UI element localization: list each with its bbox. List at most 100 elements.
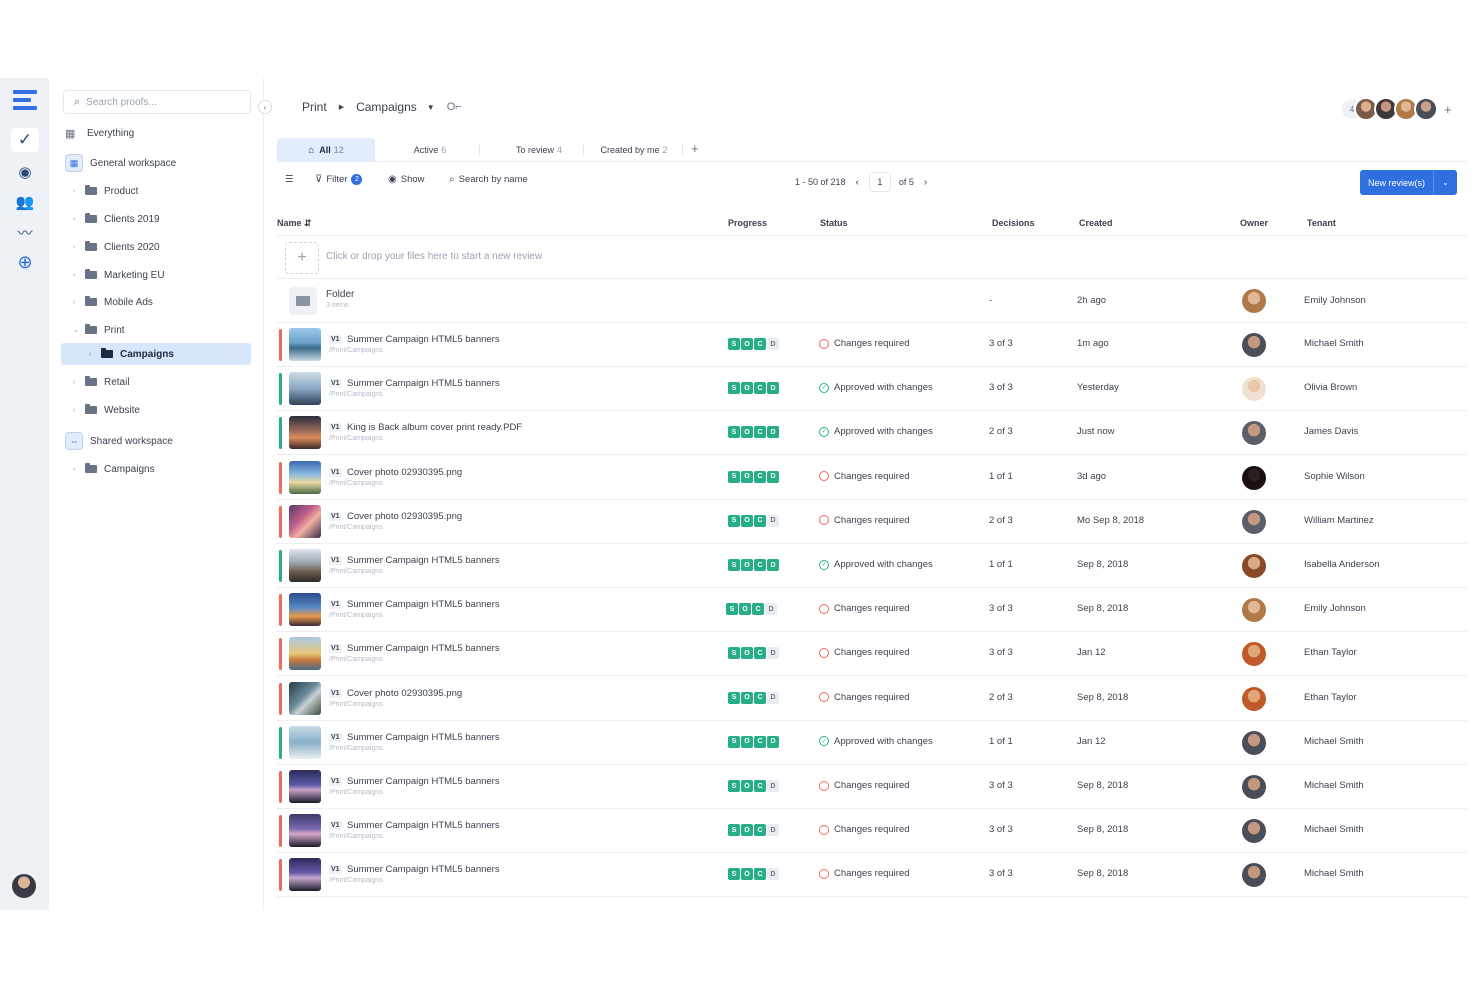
sidebar-folder-mobile-ads[interactable]: › Mobile Ads	[61, 291, 251, 313]
chevron-right-icon[interactable]: ›	[73, 272, 85, 279]
review-name[interactable]: Summer Campaign HTML5 banners	[347, 334, 500, 345]
table-row[interactable]: V1 Summer Campaign HTML5 banners /Print/…	[277, 588, 1467, 633]
logo-icon[interactable]	[10, 86, 40, 116]
table-row[interactable]: V1 Summer Campaign HTML5 banners /Print/…	[277, 809, 1467, 854]
chevron-left-icon[interactable]: ‹	[856, 177, 859, 188]
plus-icon[interactable]: +	[285, 242, 319, 274]
show-button[interactable]: ◉ Show	[388, 174, 425, 185]
table-row[interactable]: V1 King is Back album cover print ready.…	[277, 411, 1467, 456]
tab-active[interactable]: Active 6	[395, 138, 465, 162]
owner-avatar[interactable]	[1242, 686, 1266, 711]
sidebar-folder-clients-2020[interactable]: › Clients 2020	[61, 236, 251, 258]
caret-down-icon[interactable]: ▼	[427, 103, 435, 112]
chevron-down-icon[interactable]: ⌄	[1433, 170, 1458, 195]
review-name[interactable]: Summer Campaign HTML5 banners	[347, 555, 500, 566]
chevron-down-icon[interactable]: ⌄	[73, 326, 85, 334]
chevron-right-icon[interactable]: ›	[924, 177, 927, 188]
review-name[interactable]: Summer Campaign HTML5 banners	[347, 378, 500, 389]
user-avatar[interactable]	[12, 874, 36, 898]
table-row[interactable]: V1 Cover photo 02930395.png /Print/Campa…	[277, 456, 1467, 500]
sidebar-item-everything[interactable]: ▦ Everything	[61, 122, 251, 144]
owner-avatar[interactable]	[1242, 863, 1266, 888]
thumbnail-image[interactable]	[289, 681, 321, 715]
column-tenant[interactable]: Tenant	[1307, 218, 1336, 228]
page-input[interactable]: 1	[868, 172, 891, 192]
review-name[interactable]: Summer Campaign HTML5 banners	[347, 820, 500, 831]
thumbnail-image[interactable]	[289, 814, 321, 848]
thumbnail-image[interactable]	[289, 504, 321, 538]
column-progress[interactable]: Progress	[728, 218, 767, 228]
sidebar-folder-website[interactable]: › Website	[61, 399, 251, 421]
sidebar-item-shared-workspace[interactable]: ⇔ Shared workspace	[61, 430, 251, 452]
chevron-right-icon[interactable]: ›	[73, 244, 85, 251]
thumbnail-image[interactable]	[289, 770, 321, 803]
owner-avatar[interactable]	[1242, 465, 1266, 490]
owner-avatar[interactable]	[1242, 377, 1266, 402]
owner-avatar[interactable]	[1242, 819, 1266, 844]
owner-avatar[interactable]	[1242, 333, 1266, 357]
collapse-sidebar-button[interactable]: ‹	[258, 100, 272, 114]
thumbnail-image[interactable]	[289, 549, 321, 582]
owner-avatar[interactable]	[1242, 642, 1266, 667]
column-decisions[interactable]: Decisions	[992, 218, 1035, 228]
team-avatars[interactable]: 4 +	[1342, 95, 1452, 123]
thumbnail-image[interactable]	[289, 460, 321, 494]
sidebar-folder-shared-campaigns[interactable]: › Campaigns	[61, 458, 251, 480]
sidebar-folder-print[interactable]: ⌄ Print	[61, 319, 251, 341]
check-icon[interactable]: ✓	[11, 128, 39, 152]
table-row[interactable]: V1 Summer Campaign HTML5 banners /Print/…	[277, 765, 1467, 809]
thumbnail-image[interactable]	[289, 416, 321, 450]
thumbnail-image[interactable]	[289, 858, 321, 892]
table-row[interactable]: V1 Summer Campaign HTML5 banners /Print/…	[277, 367, 1467, 412]
review-name[interactable]: Cover photo 02930395.png	[347, 467, 462, 478]
sidebar-folder-marketing-eu[interactable]: › Marketing EU	[61, 264, 251, 286]
owner-avatar[interactable]	[1242, 775, 1266, 799]
new-review-label[interactable]: New review(s)	[1360, 170, 1434, 195]
tab-to-review[interactable]: To review 4	[495, 138, 583, 162]
review-name[interactable]: Summer Campaign HTML5 banners	[347, 864, 500, 875]
table-row[interactable]: V1 Cover photo 02930395.png /Print/Campa…	[277, 677, 1467, 721]
breadcrumb-print[interactable]: Print	[302, 100, 327, 114]
eye-icon[interactable]: ◉	[11, 160, 39, 184]
sidebar-folder-campaigns[interactable]: › Campaigns	[61, 343, 251, 365]
filter-button[interactable]: ⊽ Filter 2	[315, 174, 363, 185]
chevron-right-icon[interactable]: ›	[73, 188, 85, 195]
thumbnail-image[interactable]	[289, 593, 321, 627]
table-row[interactable]: V1 Summer Campaign HTML5 banners /Print/…	[277, 721, 1467, 765]
table-row[interactable]: V1 Cover photo 02930395.png /Print/Campa…	[277, 500, 1467, 544]
chevron-right-icon[interactable]: ›	[89, 351, 101, 358]
tab-all[interactable]: ⌂ All 12	[277, 138, 375, 162]
table-row[interactable]: V1 Summer Campaign HTML5 banners /Print/…	[277, 323, 1467, 367]
table-row[interactable]: V1 Summer Campaign HTML5 banners /Print/…	[277, 853, 1467, 898]
thumbnail-image[interactable]	[289, 372, 321, 406]
column-created[interactable]: Created	[1079, 218, 1113, 228]
users-icon[interactable]: 👥	[11, 190, 39, 214]
plus-circle-icon[interactable]: ⊕	[11, 250, 39, 274]
column-status[interactable]: Status	[820, 218, 848, 228]
add-member-icon[interactable]: +	[1444, 102, 1452, 117]
thumbnail-image[interactable]	[289, 637, 321, 671]
shortcut-key-icon[interactable]: O⌐	[447, 101, 462, 113]
review-name[interactable]: Cover photo 02930395.png	[347, 688, 462, 699]
search-input[interactable]: ⌕ Search proofs...	[63, 90, 251, 114]
breadcrumb-campaigns[interactable]: Campaigns	[356, 100, 417, 114]
table-row[interactable]: V1 Summer Campaign HTML5 banners /Print/…	[277, 544, 1467, 588]
owner-avatar[interactable]	[1242, 554, 1266, 578]
thumbnail-image[interactable]	[289, 328, 321, 361]
chevron-right-icon[interactable]: ›	[73, 407, 85, 414]
chevron-right-icon[interactable]: ›	[73, 466, 85, 473]
chevron-right-icon[interactable]: ›	[73, 379, 85, 386]
sidebar-folder-clients-2019[interactable]: › Clients 2019	[61, 208, 251, 230]
owner-avatar[interactable]	[1242, 730, 1266, 755]
chevron-right-icon[interactable]: ›	[73, 299, 85, 306]
list-view-icon[interactable]: ☰	[285, 174, 294, 185]
search-by-name-input[interactable]: ⌕ Search by name	[449, 174, 528, 185]
sidebar-folder-product[interactable]: › Product	[61, 180, 251, 202]
sidebar-item-general-workspace[interactable]: ▦ General workspace	[61, 152, 251, 174]
tab-created-by-me[interactable]: Created by me 2	[587, 138, 681, 162]
table-row-folder[interactable]: Folder 3 items - 2h ago Emily Johnson	[277, 279, 1467, 323]
thumbnail-image[interactable]	[289, 725, 321, 759]
avatar[interactable]	[1414, 97, 1438, 121]
new-review-button[interactable]: New review(s) ⌄	[1360, 170, 1458, 195]
owner-avatar[interactable]	[1242, 509, 1266, 534]
